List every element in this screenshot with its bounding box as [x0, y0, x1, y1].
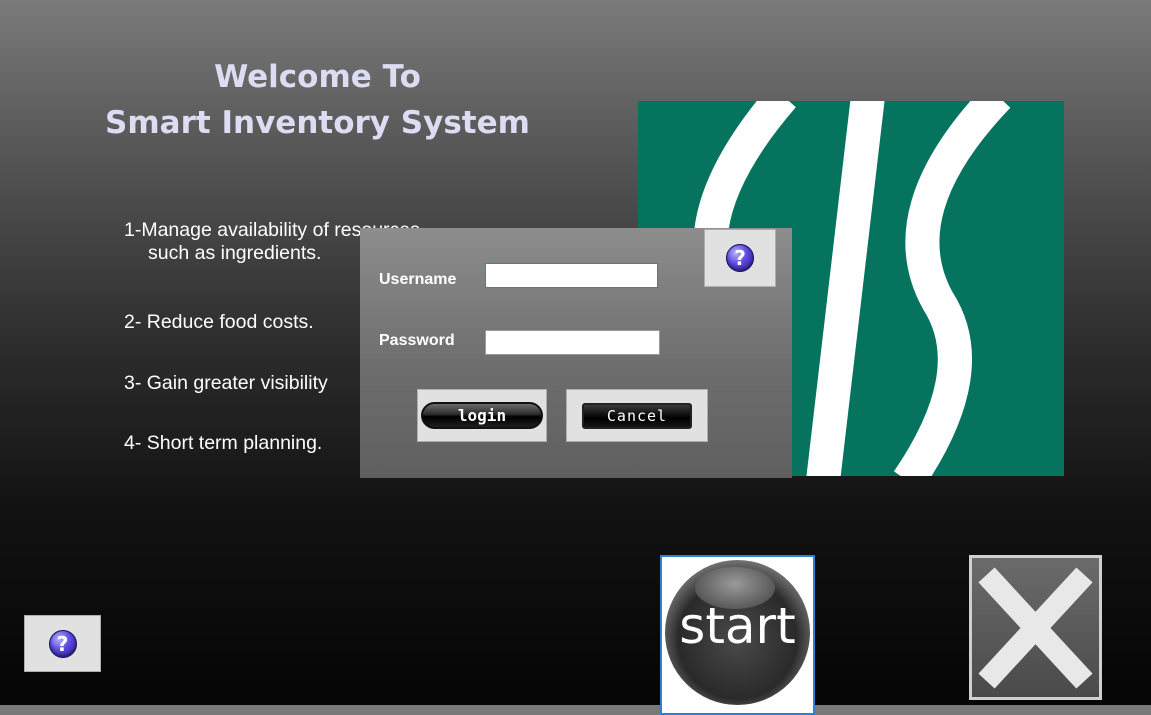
login-dialog: Username Password ? login Cancel — [360, 228, 792, 478]
username-input[interactable] — [485, 263, 658, 288]
close-x-icon — [978, 567, 1093, 689]
dialog-help-button[interactable]: ? — [704, 229, 776, 287]
username-label: Username — [379, 271, 457, 288]
help-question-icon: ? — [726, 244, 754, 272]
welcome-title: Welcome To Smart Inventory System — [100, 54, 535, 146]
feature-item-4: 4- Short term planning. — [124, 432, 323, 454]
bottom-help-button[interactable]: ? — [24, 615, 101, 672]
login-button-label: login — [421, 402, 543, 429]
password-label: Password — [379, 332, 455, 349]
welcome-line-1: Welcome To — [214, 59, 421, 95]
login-button[interactable]: login — [417, 389, 547, 442]
cancel-button-label: Cancel — [582, 402, 692, 429]
password-input[interactable] — [485, 330, 660, 355]
start-button-label: start — [679, 597, 796, 655]
feature-item-3: 3- Gain greater visibility — [124, 372, 328, 394]
cancel-button[interactable]: Cancel — [566, 389, 708, 442]
help-question-icon: ? — [48, 629, 77, 658]
feature-item-2: 2- Reduce food costs. — [124, 311, 314, 333]
welcome-line-2: Smart Inventory System — [105, 105, 530, 141]
exit-button[interactable] — [969, 555, 1102, 700]
start-button[interactable]: start — [660, 555, 815, 715]
